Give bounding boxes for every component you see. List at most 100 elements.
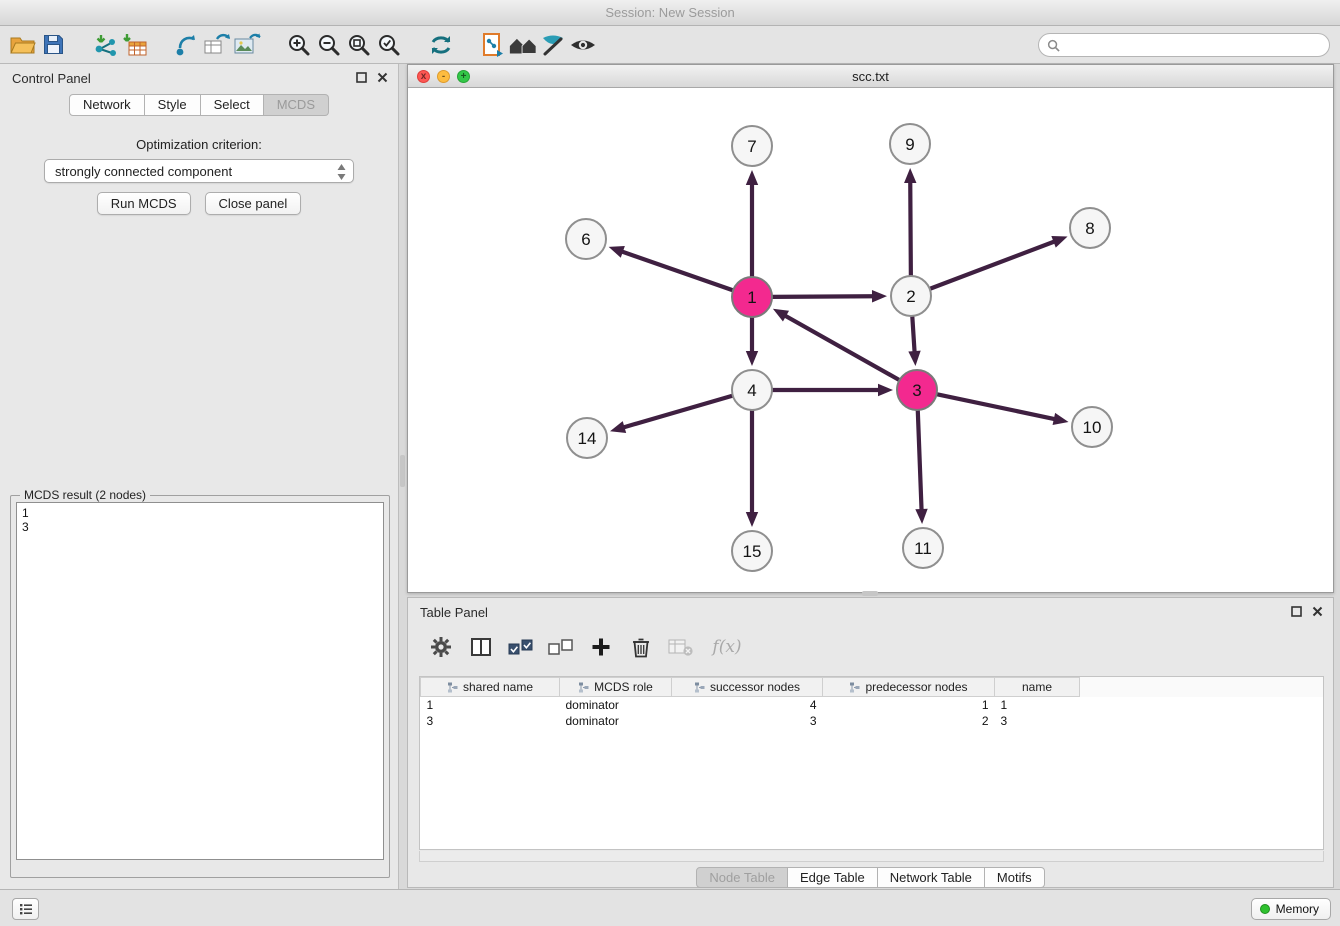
zoom-in-button[interactable] [284, 31, 314, 59]
show-graphics-button[interactable] [568, 31, 598, 59]
application-window: Session: New Session [0, 0, 1340, 926]
tab-edge-table[interactable]: Edge Table [788, 867, 878, 888]
graph-edge[interactable] [609, 246, 733, 290]
search-box[interactable] [1038, 33, 1330, 57]
save-session-button[interactable] [38, 31, 68, 59]
export-image-button[interactable] [232, 31, 262, 59]
column-type-icon [447, 682, 459, 693]
graph-edge[interactable] [908, 316, 920, 366]
close-panel-button[interactable]: Close panel [205, 192, 302, 215]
graph-node[interactable]: 6 [566, 219, 606, 259]
graph-edge[interactable] [772, 384, 893, 396]
graph-edge[interactable] [772, 290, 887, 302]
graph-edge[interactable] [773, 309, 900, 380]
graph-node[interactable]: 2 [891, 276, 931, 316]
control-panel: Control Panel Network Style Select MCDS … [0, 64, 399, 889]
column-header-successor-nodes[interactable]: successor nodes [672, 678, 823, 697]
minimize-window-icon[interactable]: - [437, 70, 450, 83]
graph-node[interactable]: 7 [732, 126, 772, 166]
close-panel-icon[interactable] [377, 72, 388, 83]
tab-style[interactable]: Style [145, 94, 201, 116]
graph-edge[interactable] [746, 317, 758, 366]
add-column-button[interactable] [586, 632, 616, 662]
mcds-result-text[interactable]: 1 3 [16, 502, 384, 860]
export-table-button[interactable] [202, 31, 232, 59]
tab-motifs[interactable]: Motifs [985, 867, 1045, 888]
zoom-selected-button[interactable] [374, 31, 404, 59]
run-mcds-button[interactable]: Run MCDS [97, 192, 191, 215]
graph-node[interactable]: 14 [567, 418, 607, 458]
node-table[interactable]: shared name MCDS role successor nodes pr… [419, 676, 1324, 850]
svg-text:3: 3 [912, 381, 921, 400]
delete-table-icon [668, 637, 694, 657]
float-panel-icon[interactable] [356, 72, 367, 83]
select-all-button[interactable] [506, 632, 536, 662]
zoom-out-button[interactable] [314, 31, 344, 59]
criterion-dropdown[interactable]: strongly connected component [44, 159, 354, 183]
home-icon [508, 34, 538, 56]
column-type-icon [694, 682, 706, 693]
apply-layout-button[interactable] [426, 31, 456, 59]
delete-column-button[interactable] [626, 632, 656, 662]
graph-node[interactable]: 1 [732, 277, 772, 317]
network-window-titlebar[interactable]: x - + scc.txt [408, 65, 1333, 88]
graph-edge[interactable] [746, 410, 758, 527]
function-builder-button[interactable]: f(x) [706, 632, 748, 662]
graph-edge[interactable] [930, 236, 1068, 289]
graph-node[interactable]: 11 [903, 528, 943, 568]
horizontal-splitter[interactable] [862, 591, 878, 596]
maximize-window-icon[interactable]: + [457, 70, 470, 83]
tab-network-table[interactable]: Network Table [878, 867, 985, 888]
close-table-panel-icon[interactable] [1312, 606, 1323, 617]
home-button[interactable] [508, 31, 538, 59]
column-header-shared-name[interactable]: shared name [421, 678, 560, 697]
table-settings-button[interactable] [426, 632, 456, 662]
style-button[interactable] [538, 31, 568, 59]
delete-table-button[interactable] [666, 632, 696, 662]
graph-node[interactable]: 15 [732, 531, 772, 571]
graph-node[interactable]: 3 [897, 370, 937, 410]
search-input[interactable] [1065, 38, 1321, 52]
titlebar[interactable]: Session: New Session [0, 0, 1340, 26]
table-horizontal-scrollbar[interactable] [419, 851, 1324, 862]
graph-edge[interactable] [610, 396, 733, 433]
graph-node[interactable]: 4 [732, 370, 772, 410]
column-type-icon [849, 682, 861, 693]
close-window-icon[interactable]: x [417, 70, 430, 83]
network-graph[interactable]: 7 9 6 8 1 2 4 3 14 10 15 11 [408, 88, 1333, 592]
tab-select[interactable]: Select [201, 94, 264, 116]
window-title: Session: New Session [605, 5, 734, 20]
table-row[interactable]: 1dominator411 [421, 697, 1325, 713]
network-canvas[interactable]: 7 9 6 8 1 2 4 3 14 10 15 11 [408, 88, 1333, 592]
clipboard-network-icon [481, 32, 505, 58]
float-table-panel-icon[interactable] [1291, 606, 1302, 617]
list-icon [19, 903, 33, 915]
graph-edge[interactable] [937, 394, 1069, 425]
import-table-button[interactable] [120, 31, 150, 59]
import-network-button[interactable] [90, 31, 120, 59]
graph-node[interactable]: 8 [1070, 208, 1110, 248]
tab-node-table[interactable]: Node Table [696, 867, 788, 888]
graph-node[interactable]: 10 [1072, 407, 1112, 447]
zoom-fit-button[interactable] [344, 31, 374, 59]
graph-edge[interactable] [915, 410, 927, 524]
vertical-splitter[interactable] [400, 455, 405, 487]
column-header-name[interactable]: name [995, 678, 1080, 697]
task-history-button[interactable] [12, 898, 39, 920]
open-session-button[interactable] [8, 31, 38, 59]
graph-edge[interactable] [904, 168, 916, 276]
mcds-result-group: MCDS result (2 nodes) 1 3 [10, 488, 390, 878]
graph-node[interactable]: 9 [890, 124, 930, 164]
column-header-predecessor-nodes[interactable]: predecessor nodes [823, 678, 995, 697]
export-network-button[interactable] [172, 31, 202, 59]
clone-network-button[interactable] [478, 31, 508, 59]
tab-network[interactable]: Network [69, 94, 145, 116]
deselect-all-button[interactable] [546, 632, 576, 662]
column-header-mcds-role[interactable]: MCDS role [560, 678, 672, 697]
table-row[interactable]: 3dominator323 [421, 713, 1325, 729]
control-panel-tabs: Network Style Select MCDS [0, 94, 398, 116]
show-columns-button[interactable] [466, 632, 496, 662]
graph-edge[interactable] [746, 170, 758, 277]
tab-mcds[interactable]: MCDS [264, 94, 329, 116]
memory-button[interactable]: Memory [1251, 898, 1331, 920]
